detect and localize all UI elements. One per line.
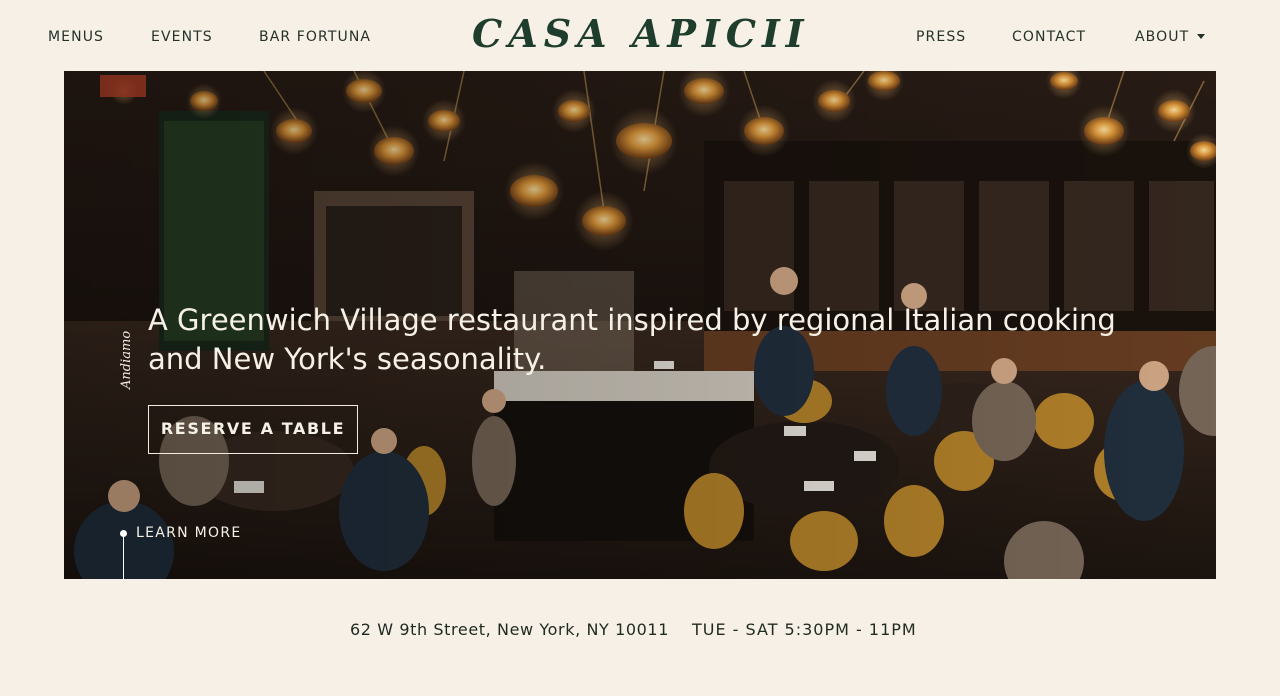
tagline-wrap: Andiamo <box>119 331 139 469</box>
nav-press[interactable]: PRESS <box>916 29 966 45</box>
nav-bar-fortuna[interactable]: BAR FORTUNA <box>259 29 371 45</box>
hero-banner: Andiamo A Greenwich Village restaurant i… <box>64 71 1216 579</box>
restaurant-address[interactable]: 62 W 9th Street, New York, NY 10011 <box>350 620 669 639</box>
nav-menus[interactable]: MENUS <box>48 29 104 45</box>
nav-events[interactable]: EVENTS <box>151 29 213 45</box>
learn-more-link[interactable]: LEARN MORE <box>136 525 242 541</box>
nav-about-label: ABOUT <box>1135 29 1190 45</box>
chevron-down-icon <box>1197 34 1206 39</box>
nav-contact[interactable]: CONTACT <box>1012 29 1086 45</box>
nav-about[interactable]: ABOUT <box>1135 29 1206 45</box>
site-header: MENUS EVENTS BAR FORTUNA CASA APICII PRE… <box>0 0 1280 71</box>
learn-more-line <box>123 536 124 579</box>
hero-headline: A Greenwich Village restaurant inspired … <box>148 303 1116 376</box>
reserve-table-button[interactable]: RESERVE A TABLE <box>148 405 358 454</box>
site-logo[interactable]: CASA APICII <box>472 8 808 60</box>
opening-hours: TUE - SAT 5:30PM - 11PM <box>692 620 917 639</box>
